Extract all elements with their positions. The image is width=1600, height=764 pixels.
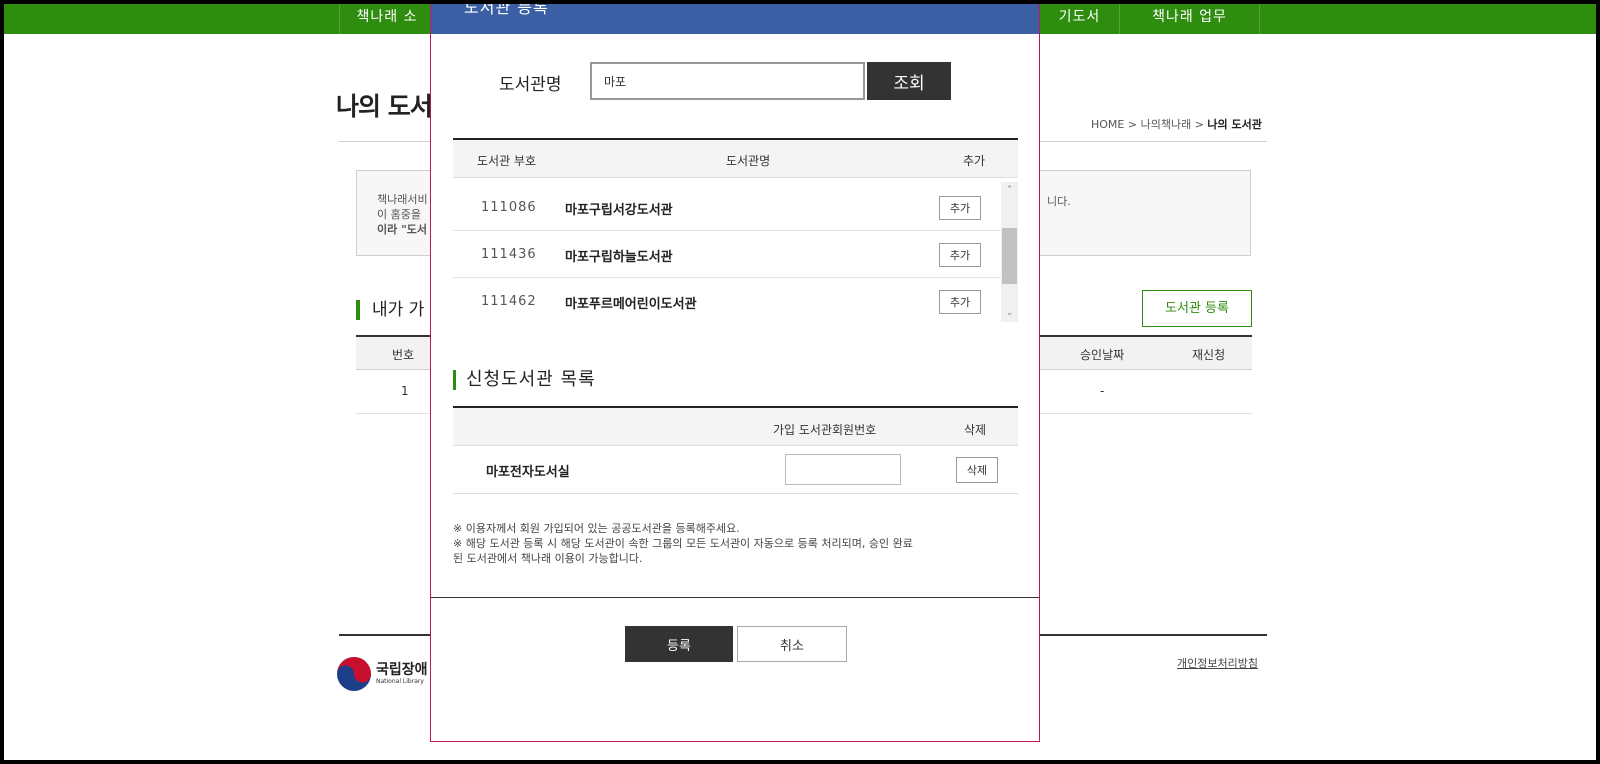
- delete-library-button[interactable]: 삭제: [956, 457, 998, 483]
- row-number: 1: [401, 384, 409, 398]
- notice-text: ※ 이용자께서 회원 가입되어 있는 공공도서관을 등록해주세요. ※ 해당 도…: [453, 521, 1018, 566]
- col-header-reapply: 재신청: [1192, 348, 1226, 362]
- scrollbar-thumb[interactable]: [1002, 228, 1017, 284]
- scroll-down-icon[interactable]: ⌄: [1001, 305, 1018, 322]
- breadcrumb: HOME > 나의책나래 > 나의 도서관: [1091, 116, 1262, 132]
- notice-tail: 니다.: [1047, 195, 1071, 208]
- add-library-button[interactable]: 추가: [939, 243, 981, 267]
- notice-line: ※ 이용자께서 회원 가입되어 있는 공공도서관을 등록해주세요.: [453, 522, 740, 535]
- submit-button[interactable]: 등록: [625, 626, 733, 662]
- col-header-member-number: 가입 도서관회원번호: [773, 423, 877, 437]
- nav-item-chaeknarae-intro[interactable]: 책나래 소: [340, 4, 435, 34]
- add-library-button[interactable]: 추가: [939, 290, 981, 314]
- footer-logo: 국립장애 National Library: [336, 656, 428, 696]
- breadcrumb-home[interactable]: HOME: [1091, 118, 1124, 131]
- notice-line: 이라 "도서: [377, 223, 428, 236]
- register-library-button[interactable]: 도서관 등록: [1142, 290, 1252, 327]
- modal-footer-divider: [431, 597, 1039, 598]
- nav-item-library[interactable]: 기도서: [1040, 4, 1120, 34]
- breadcrumb-current: 나의 도서관: [1207, 118, 1262, 131]
- notice-line: 책나래서비: [377, 193, 428, 206]
- breadcrumb-separator: >: [1194, 118, 1208, 131]
- col-header-library-name: 도서관명: [726, 154, 771, 168]
- browser-viewport: 책나래 소 기도서 책나래 업무 나의 도서 HOME > 나의책나래 > 나의…: [4, 4, 1596, 760]
- page-title: 나의 도서: [336, 92, 433, 121]
- col-header-approval-date: 승인날짜: [1080, 348, 1125, 362]
- footer-logo-label: 국립장애: [376, 662, 428, 678]
- library-name-label: 도서관명: [499, 75, 562, 95]
- library-name-search-input[interactable]: [590, 62, 865, 100]
- privacy-policy-link[interactable]: 개인정보처리방침: [1177, 655, 1258, 671]
- col-header-library-code: 도서관 부호: [477, 154, 537, 168]
- modal-title: 도서관 등록: [464, 4, 549, 17]
- taegeuk-logo-icon: [337, 657, 371, 691]
- breadcrumb-section[interactable]: 나의책나래: [1141, 118, 1192, 131]
- applied-table-header: 가입 도서관회원번호 삭제: [453, 406, 1018, 446]
- results-scrollbar[interactable]: ⌃ ⌄: [1001, 182, 1018, 322]
- notice-line: 이 홈중을: [377, 208, 421, 221]
- my-libraries-section-title: 내가 가: [356, 300, 424, 320]
- library-name: 마포푸르메어린이도서관: [565, 297, 697, 312]
- scroll-up-icon[interactable]: ⌃: [1001, 182, 1018, 199]
- col-header-delete: 삭제: [964, 423, 987, 437]
- notice-line: ※ 해당 도서관 등록 시 해당 도서관이 속한 그룹의 모든 도서관이 자동으…: [453, 537, 913, 550]
- notice-line: 된 도서관에서 책나래 이용이 가능합니다.: [453, 552, 643, 565]
- col-header-add: 추가: [963, 154, 986, 168]
- footer-logo-sub: National Library: [376, 678, 424, 685]
- row-approval-date: -: [1100, 384, 1105, 398]
- library-code: 111086: [481, 200, 537, 215]
- library-name: 마포구립서강도서관: [565, 203, 673, 218]
- col-header-number: 번호: [392, 348, 415, 362]
- nav-item-chaeknarae-work[interactable]: 책나래 업무: [1120, 4, 1260, 34]
- library-table-header: 도서관 부호 도서관명 추가: [453, 138, 1018, 178]
- table-row: 111086 마포구립서강도서관 추가: [453, 184, 1001, 231]
- library-search-results[interactable]: 111086 마포구립서강도서관 추가 111436 마포구립하늘도서관 추가 …: [453, 182, 1018, 322]
- library-name: 마포구립하늘도서관: [565, 250, 673, 265]
- applied-libraries-title: 신청도서관 목록: [453, 370, 596, 390]
- table-row: 111436 마포구립하늘도서관 추가: [453, 231, 1001, 278]
- library-register-modal: 도서관 등록 도서관명 조회 도서관 부호 도서관명 추가 111086 마포구…: [430, 4, 1040, 742]
- library-code: 111462: [481, 294, 537, 309]
- modal-header: 도서관 등록: [431, 4, 1039, 34]
- add-library-button[interactable]: 추가: [939, 196, 981, 220]
- library-code: 111436: [481, 247, 537, 262]
- breadcrumb-separator: >: [1127, 118, 1141, 131]
- applied-library-name: 마포전자도서실: [486, 465, 570, 480]
- cancel-button[interactable]: 취소: [737, 626, 847, 662]
- table-row: 마포전자도서실 삭제: [453, 446, 1018, 494]
- table-row: 111462 마포푸르메어린이도서관 추가: [453, 278, 1001, 322]
- search-button[interactable]: 조회: [867, 62, 951, 100]
- member-number-input[interactable]: [785, 454, 901, 485]
